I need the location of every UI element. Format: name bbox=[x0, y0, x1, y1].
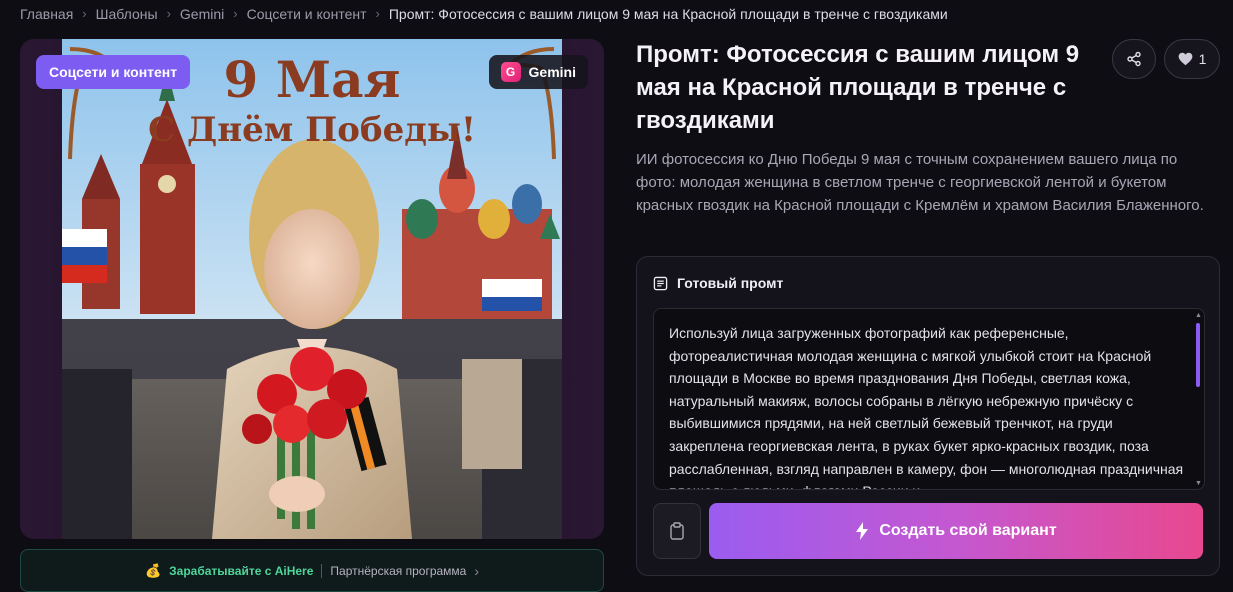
divider bbox=[321, 563, 323, 578]
preview-photo: 9 Мая С Днём Победы! bbox=[62, 39, 562, 539]
breadcrumb-category[interactable]: Соцсети и контент bbox=[247, 6, 367, 22]
poster-title: 9 Мая bbox=[224, 50, 401, 109]
prompt-text: Используй лица загруженных фотографий ка… bbox=[669, 325, 1184, 489]
heart-icon bbox=[1178, 52, 1192, 66]
scroll-down-arrow-icon[interactable]: ▼ bbox=[1195, 480, 1202, 487]
create-variant-label: Создать свой вариант bbox=[879, 522, 1057, 539]
scrollbar-thumb[interactable] bbox=[1196, 323, 1200, 387]
affiliate-banner[interactable]: 💰 Зарабатывайте с AiHere Партнёрская про… bbox=[20, 549, 604, 592]
chevron-right-icon: › bbox=[233, 6, 238, 21]
scroll-up-arrow-icon[interactable]: ▲ bbox=[1195, 312, 1202, 319]
prompt-scrollbar[interactable]: ▲ ▼ bbox=[1195, 312, 1202, 487]
lightning-icon bbox=[856, 522, 869, 540]
affiliate-partner-label: Партнёрская программа bbox=[330, 563, 467, 578]
breadcrumb-templates[interactable]: Шаблоны bbox=[96, 6, 158, 22]
category-chip[interactable]: Соцсети и контент bbox=[36, 55, 191, 89]
create-variant-button[interactable]: Создать свой вариант bbox=[709, 503, 1203, 559]
share-button[interactable] bbox=[1112, 39, 1156, 79]
chevron-right-icon: › bbox=[474, 562, 480, 579]
breadcrumb-current: Промт: Фотосессия с вашим лицом 9 мая на… bbox=[388, 5, 948, 22]
breadcrumb: Главная › Шаблоны › Gemini › Соцсети и к… bbox=[20, 0, 948, 27]
chevron-right-icon: › bbox=[375, 6, 380, 21]
gemini-icon: G bbox=[500, 62, 521, 82]
chevron-right-icon: › bbox=[166, 6, 171, 21]
breadcrumb-gemini[interactable]: Gemini bbox=[180, 6, 224, 22]
page-description: ИИ фотосессия ко Дню Победы 9 мая с точн… bbox=[636, 151, 1204, 214]
prompt-textbox[interactable]: Используй лица загруженных фотографий ка… bbox=[653, 308, 1205, 490]
chevron-right-icon: › bbox=[82, 6, 87, 21]
prompt-header: Готовый промт bbox=[653, 275, 783, 291]
victory-day-photo: 9 Мая С Днём Победы! bbox=[62, 39, 562, 539]
money-bag-icon: 💰 bbox=[144, 562, 162, 578]
affiliate-earn-label: Зарабатывайте с AiHere bbox=[169, 563, 314, 578]
page-title: Промт: Фотосессия с вашим лицом 9 мая на… bbox=[636, 41, 1080, 134]
share-icon bbox=[1127, 51, 1141, 67]
clipboard-icon bbox=[670, 522, 684, 540]
prompt-header-label: Готовый промт bbox=[677, 275, 784, 291]
document-icon bbox=[653, 276, 668, 290]
poster-subtitle: С Днём Победы! bbox=[148, 110, 476, 150]
preview-image-card[interactable]: 9 Мая С Днём Победы! Соцсети и контент G… bbox=[20, 39, 604, 539]
like-button[interactable]: 1 bbox=[1164, 39, 1220, 79]
prompt-panel: Готовый промт Используй лица загруженных… bbox=[636, 256, 1220, 576]
breadcrumb-home[interactable]: Главная bbox=[20, 6, 73, 22]
like-count: 1 bbox=[1198, 51, 1207, 67]
model-chip[interactable]: G Gemini bbox=[488, 55, 588, 89]
model-chip-label: Gemini bbox=[528, 64, 576, 80]
copy-prompt-button[interactable] bbox=[653, 503, 701, 559]
